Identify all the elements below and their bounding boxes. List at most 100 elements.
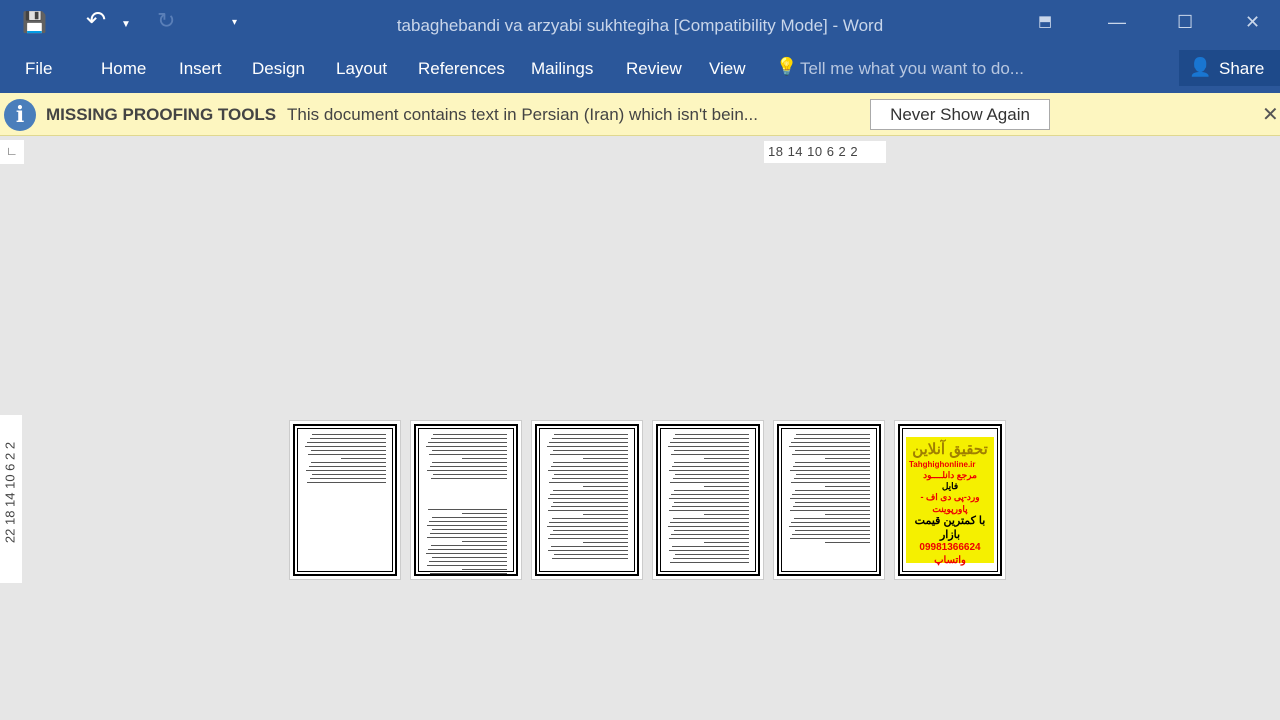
text-line [312,474,386,475]
ad-phone: 09981366624 واتساپ [919,542,981,566]
text-line [674,502,749,503]
text-line [547,538,628,539]
text-line [671,466,749,467]
page-thumbnail-5[interactable] [773,420,885,580]
text-line [548,470,628,471]
text-line [461,569,507,570]
text-line [548,510,628,511]
text-line [551,518,628,519]
text-line [792,506,870,507]
share-button[interactable]: 👤 Share [1179,50,1280,86]
page-thumbnail-6[interactable]: تحقیق آنلاین Tahghighonline.ir مرجع دانل… [894,420,1006,580]
share-label: Share [1219,59,1265,78]
text-line [312,434,386,435]
text-line [429,466,507,467]
text-line [431,450,507,451]
vertical-ruler-labels: 22 18 14 10 6 2 2 [2,441,18,544]
tab-mailings[interactable]: Mailings [531,59,593,79]
tab-insert[interactable]: Insert [179,59,222,79]
text-line [430,545,507,546]
text-line [461,541,507,542]
text-line [794,450,870,451]
tab-review[interactable]: Review [626,59,682,79]
text-line [550,534,628,535]
text-line [788,446,870,447]
page-thumbnail-1[interactable] [289,420,401,580]
text-line [551,558,628,559]
text-line [550,466,628,467]
text-line [552,450,628,451]
text-line [671,506,749,507]
page-thumbnail-4[interactable] [652,420,764,580]
text-line [669,510,749,511]
text-line [430,438,507,439]
message-title: MISSING PROOFING TOOLS [46,105,277,124]
text-line [793,478,870,479]
close-icon[interactable]: ✕ [1245,12,1260,33]
text-line [550,494,628,495]
never-show-again-button[interactable]: Never Show Again [870,99,1050,130]
person-icon: 👤 [1189,57,1212,77]
text-line [794,530,870,531]
text-line [670,482,749,483]
text-line [553,502,628,503]
message-text: This document contains text in Persian (… [287,105,758,124]
text-line [795,462,870,463]
tab-selector[interactable]: ∟ [0,140,24,164]
text-line [674,462,749,463]
tab-home[interactable]: Home [101,59,146,79]
ribbon-display-icon[interactable]: ⬒ [1038,12,1052,30]
text-line [582,486,628,487]
text-line [672,518,749,519]
text-line [671,494,749,495]
text-line [790,470,870,471]
close-message-icon[interactable]: ✕ [1262,102,1279,127]
text-line [307,482,386,483]
text-line [824,542,870,543]
text-line [427,470,507,471]
page-thumbnail-3[interactable] [531,420,643,580]
text-line [309,438,386,439]
text-line [428,509,507,510]
lightbulb-icon: 💡 [776,57,798,76]
text-line [668,498,749,499]
tab-layout[interactable]: Layout [336,59,387,79]
text-line [791,522,870,523]
text-line [428,442,507,443]
text-line [667,446,749,447]
text-line [703,542,749,543]
page-thumbnail-2[interactable] [410,420,522,580]
text-line [668,538,749,539]
horizontal-ruler[interactable]: 18 14 10 6 2 2 [764,141,886,163]
maximize-icon[interactable]: ☐ [1177,12,1193,33]
text-line [552,530,628,531]
text-line [311,462,386,463]
tab-view[interactable]: View [709,59,746,79]
window-title: tabaghebandi va arzyabi sukhtegiha [Comp… [396,16,884,35]
tab-design[interactable]: Design [252,59,305,79]
text-line [429,561,507,562]
text-line [307,442,386,443]
text-line [340,458,386,459]
message-bar: i MISSING PROOFING TOOLS This document c… [0,93,1280,136]
text-line [546,446,628,447]
text-line [429,521,507,522]
text-line [431,517,507,518]
text-line [429,533,507,534]
text-line [582,542,628,543]
text-line [425,446,507,447]
advertisement-image: تحقیق آنلاین Tahghighonline.ir مرجع دانل… [906,437,994,566]
ad-title: تحقیق آنلاین [912,441,988,458]
tab-references[interactable]: References [418,59,505,79]
title-bar: 💾 ↶ ▼ ↻ ▾ tabaghebandi va arzyabi sukhte… [0,0,1280,50]
text-line [432,529,507,530]
tell-me-input[interactable]: Tell me what you want to do... [800,59,1024,79]
ad-line: ورد-پی دی اف - پاورپوینت [920,492,980,514]
text-line [429,454,507,455]
minimize-icon[interactable]: — [1108,12,1126,33]
text-line [549,482,628,483]
vertical-ruler[interactable]: 22 18 14 10 6 2 2 [0,415,22,583]
tab-file[interactable]: File [25,59,52,79]
text-line [308,466,386,467]
text-line [432,462,507,463]
